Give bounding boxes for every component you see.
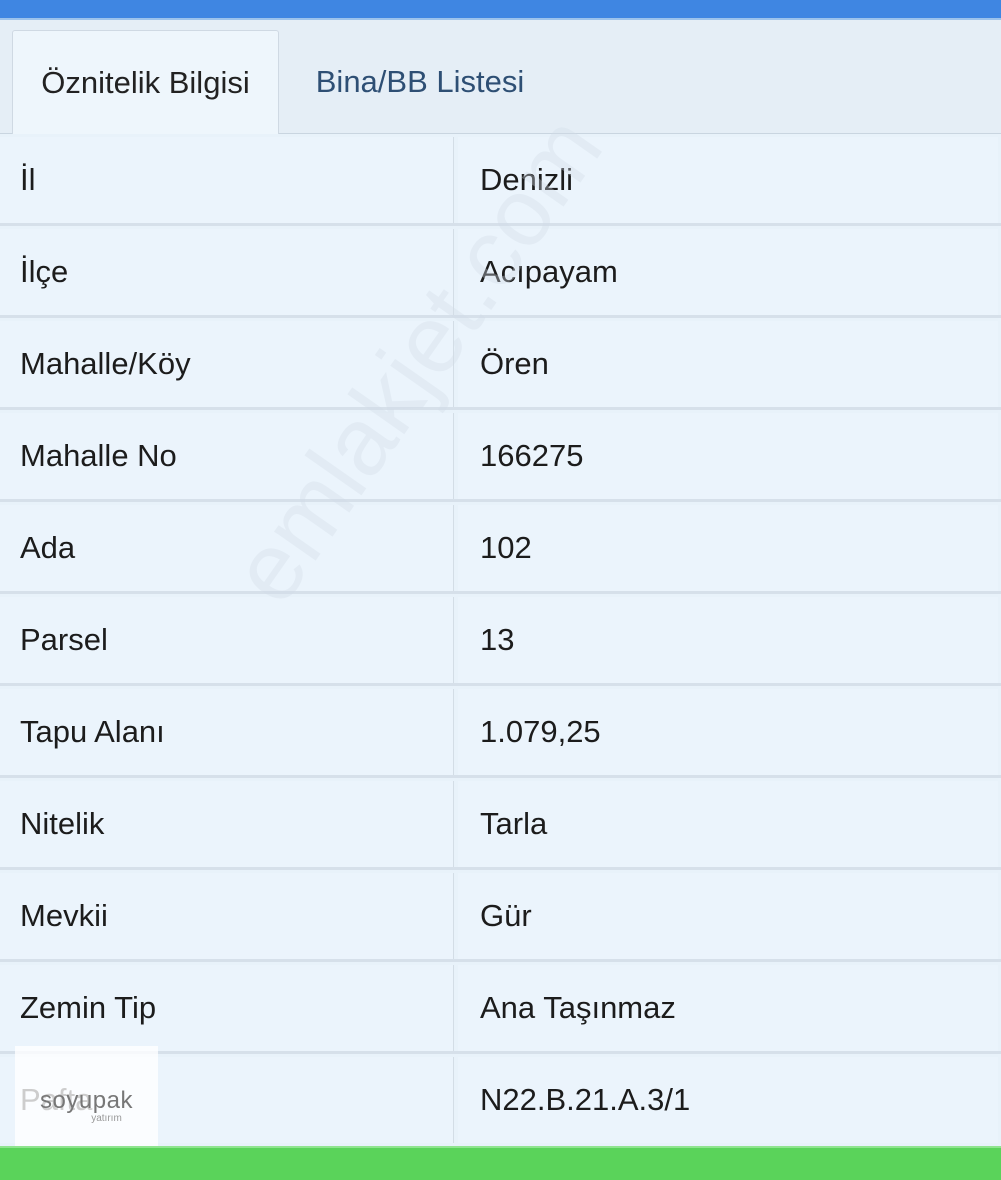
table-row: Nitelik Tarla xyxy=(0,778,1001,870)
row-key: İlçe xyxy=(0,229,454,315)
row-value: 166275 xyxy=(458,413,998,499)
row-value: Denizli xyxy=(458,137,998,223)
row-key: Mahalle/Köy xyxy=(0,321,454,407)
bottom-bar xyxy=(0,1146,1001,1180)
row-value: Ana Taşınmaz xyxy=(458,965,998,1051)
row-key: Mevkii xyxy=(0,873,454,959)
table-row: Mahalle No 166275 xyxy=(0,410,1001,502)
row-key: Nitelik xyxy=(0,781,454,867)
row-key: Zemin Tip xyxy=(0,965,454,1051)
table-row: Ada 102 xyxy=(0,502,1001,594)
table-row: Zemin Tip Ana Taşınmaz xyxy=(0,962,1001,1054)
row-value: N22.B.21.A.3/1 xyxy=(458,1057,998,1143)
row-value: Acıpayam xyxy=(458,229,998,315)
row-value: Tarla xyxy=(458,781,998,867)
row-value: 102 xyxy=(458,505,998,591)
row-key: İl xyxy=(0,137,454,223)
table-row: İl Denizli xyxy=(0,134,1001,226)
logo-sub-text: yatırım xyxy=(91,1112,122,1124)
table-row: Mahalle/Köy Ören xyxy=(0,318,1001,410)
row-key: Parsel xyxy=(0,597,454,683)
row-key: Tapu Alanı xyxy=(0,689,454,775)
attribute-table: İl Denizli İlçe Acıpayam Mahalle/Köy Öre… xyxy=(0,134,1001,1146)
table-row: Mevkii Gür xyxy=(0,870,1001,962)
tab-bina-bb-listesi[interactable]: Bina/BB Listesi xyxy=(290,30,550,134)
tab-oznitelik-bilgisi[interactable]: Öznitelik Bilgisi xyxy=(12,30,279,134)
row-value: Gür xyxy=(458,873,998,959)
tab-bar: Öznitelik Bilgisi Bina/BB Listesi xyxy=(0,20,1001,134)
row-value: Ören xyxy=(458,321,998,407)
row-value: 1.079,25 xyxy=(458,689,998,775)
top-bar xyxy=(0,0,1001,20)
table-row: İlçe Acıpayam xyxy=(0,226,1001,318)
table-row: Tapu Alanı 1.079,25 xyxy=(0,686,1001,778)
row-key: Mahalle No xyxy=(0,413,454,499)
logo-main-text: soyupak xyxy=(40,1086,133,1114)
row-value: 13 xyxy=(458,597,998,683)
table-row: Parsel 13 xyxy=(0,594,1001,686)
row-key: Ada xyxy=(0,505,454,591)
